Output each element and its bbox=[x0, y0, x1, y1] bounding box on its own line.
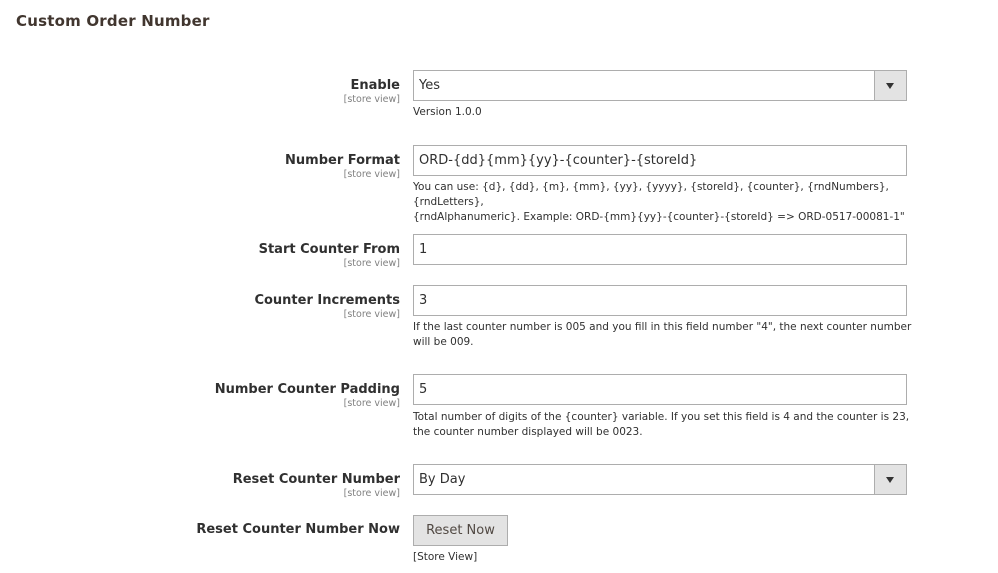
enable-select[interactable]: Yes bbox=[413, 70, 907, 101]
reset-now-button[interactable]: Reset Now bbox=[413, 515, 508, 546]
counter-increments-input[interactable]: 3 bbox=[413, 285, 907, 316]
start-counter-label: Start Counter From bbox=[258, 242, 400, 257]
field-label-group: Counter Increments [store view] bbox=[254, 293, 400, 321]
counter-padding-label: Number Counter Padding bbox=[214, 382, 400, 397]
field-label-group: Number Counter Padding [store view] bbox=[215, 382, 400, 410]
chevron-down-icon bbox=[886, 83, 894, 89]
enable-scope: [store view] bbox=[343, 94, 400, 105]
reset-counter-select-toggle[interactable] bbox=[874, 465, 906, 494]
counter-increments-scope: [store view] bbox=[343, 309, 400, 320]
counter-increments-note-line: will be 009. bbox=[413, 336, 474, 348]
counter-increments-note: If the last counter number is 005 and yo… bbox=[413, 320, 913, 350]
enable-select-value: Yes bbox=[419, 78, 440, 93]
reset-now-label: Reset Counter Number Now bbox=[196, 522, 400, 537]
enable-note: Version 1.0.0 bbox=[413, 106, 482, 118]
start-counter-input[interactable]: 1 bbox=[413, 234, 907, 265]
enable-label: Enable bbox=[350, 78, 401, 93]
counter-padding-note-line: the counter number displayed will be 002… bbox=[413, 426, 643, 438]
number-format-label: Number Format bbox=[285, 153, 400, 168]
reset-now-scope: [Store View] bbox=[413, 551, 478, 563]
enable-select-toggle[interactable] bbox=[874, 71, 906, 100]
field-label-group: Start Counter From [store view] bbox=[259, 242, 400, 270]
number-format-scope: [store view] bbox=[343, 169, 400, 180]
section-title: Custom Order Number bbox=[16, 12, 210, 30]
counter-increments-note-line: If the last counter number is 005 and yo… bbox=[413, 321, 912, 333]
counter-padding-note-line: Total number of digits of the {counter} … bbox=[413, 411, 910, 423]
counter-padding-scope: [store view] bbox=[343, 398, 400, 409]
field-label-group: Reset Counter Number [store view] bbox=[233, 472, 400, 500]
reset-counter-scope: [store view] bbox=[343, 488, 400, 499]
counter-padding-note: Total number of digits of the {counter} … bbox=[413, 410, 913, 440]
reset-counter-select[interactable]: By Day bbox=[413, 464, 907, 495]
chevron-down-icon bbox=[886, 477, 894, 483]
number-format-note: You can use: {d}, {dd}, {m}, {mm}, {yy},… bbox=[413, 180, 913, 225]
reset-counter-select-value: By Day bbox=[419, 472, 466, 487]
counter-padding-input[interactable]: 5 bbox=[413, 374, 907, 405]
field-label-group: Enable [store view] bbox=[344, 78, 400, 106]
number-format-note-line: {rndAlphanumeric}. Example: ORD-{mm}{yy}… bbox=[413, 211, 905, 223]
reset-counter-label: Reset Counter Number bbox=[232, 472, 400, 487]
field-label-group: Number Format [store view] bbox=[285, 153, 400, 181]
counter-increments-label: Counter Increments bbox=[254, 293, 400, 308]
number-format-input[interactable]: ORD-{dd}{mm}{yy}-{counter}-{storeId} bbox=[413, 145, 907, 176]
start-counter-scope: [store view] bbox=[343, 258, 400, 269]
number-format-note-line: You can use: {d}, {dd}, {m}, {mm}, {yy},… bbox=[413, 181, 889, 208]
field-label-group: Reset Counter Number Now bbox=[196, 522, 400, 538]
